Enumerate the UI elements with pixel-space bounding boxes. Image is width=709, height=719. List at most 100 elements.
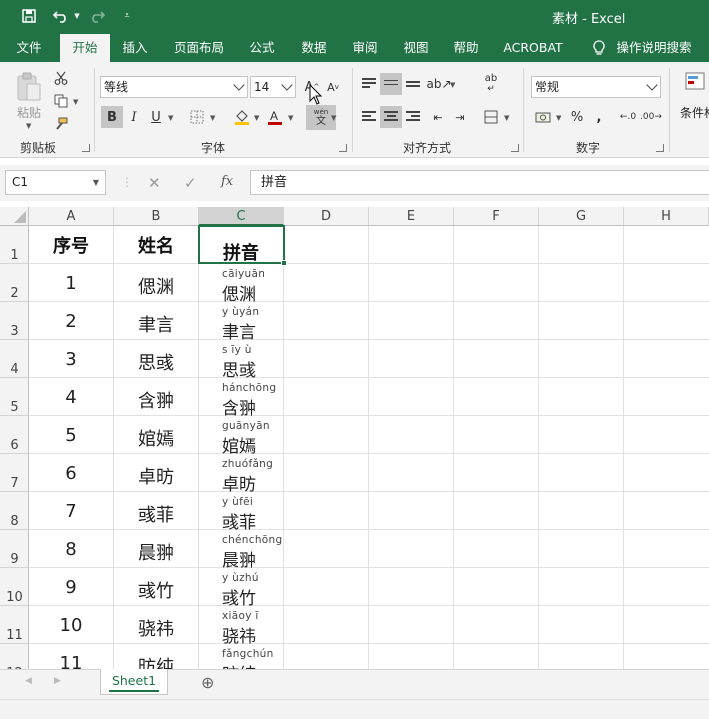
scroll-right-icon[interactable]: ▶ — [54, 676, 61, 686]
decrease-font-size-button[interactable]: Av — [322, 76, 344, 98]
select-all-button[interactable] — [0, 207, 29, 226]
undo-icon[interactable] — [50, 6, 72, 26]
add-sheet-icon[interactable]: ⊕ — [201, 673, 214, 692]
row-header[interactable]: 2 — [0, 264, 29, 302]
top-align-icon[interactable] — [358, 73, 380, 95]
font-size-select[interactable]: 14 — [250, 76, 296, 98]
cell-pinyin[interactable]: 含翀 — [222, 394, 256, 419]
fill-color-icon[interactable] — [231, 106, 253, 128]
clipboard-launcher-icon[interactable] — [82, 144, 90, 152]
paste-dropdown-icon[interactable]: ▼ — [26, 122, 31, 130]
cell-name[interactable]: 婠嫣 — [114, 425, 198, 451]
column-header[interactable]: C — [199, 207, 284, 226]
cell-number[interactable]: 11 — [29, 653, 113, 669]
decrease-indent-icon[interactable]: ⇤ — [427, 106, 449, 128]
column-header[interactable]: G — [539, 207, 624, 226]
insert-function-icon[interactable]: fx — [221, 174, 233, 189]
row-header[interactable]: 5 — [0, 378, 29, 416]
fill-handle[interactable] — [281, 260, 287, 266]
column-header[interactable]: D — [284, 207, 369, 226]
copy-icon[interactable] — [50, 90, 72, 112]
row-header[interactable]: 11 — [0, 606, 29, 644]
align-center-icon[interactable] — [380, 106, 402, 128]
cut-icon[interactable] — [50, 67, 72, 89]
cell-number[interactable]: 10 — [29, 615, 113, 636]
format-painter-icon[interactable] — [50, 113, 72, 135]
accounting-dropdown-icon[interactable]: ▼ — [556, 114, 561, 122]
cell-pinyin[interactable]: 晨翀 — [222, 546, 256, 571]
cell-number[interactable]: 9 — [29, 577, 113, 598]
merge-center-icon[interactable] — [480, 106, 502, 128]
copy-dropdown-icon[interactable]: ▼ — [73, 98, 78, 106]
accounting-format-icon[interactable] — [532, 106, 554, 128]
cell-name[interactable]: 彧竹 — [114, 577, 198, 603]
number-format-select[interactable]: 常规 — [531, 76, 661, 98]
cell-name[interactable]: 偲渊 — [114, 273, 198, 299]
tell-me-search[interactable]: 操作说明搜索 — [612, 34, 696, 62]
cell-name[interactable]: 卓昉 — [114, 463, 198, 489]
increase-indent-icon[interactable]: ⇥ — [449, 106, 471, 128]
cell-name[interactable]: 晨翀 — [114, 539, 198, 565]
underline-dropdown-icon[interactable]: ▼ — [168, 114, 173, 122]
tab-view[interactable]: 视图 — [394, 34, 438, 62]
percent-style-button[interactable]: % — [566, 106, 588, 128]
borders-icon[interactable] — [186, 106, 208, 128]
cell-number[interactable]: 8 — [29, 539, 113, 560]
column-header[interactable]: E — [369, 207, 454, 226]
scroll-left-icon[interactable]: ◀ — [25, 676, 32, 686]
cell-pinyin[interactable]: 偲渊 — [222, 280, 256, 305]
redo-icon[interactable] — [86, 6, 108, 26]
alignment-launcher-icon[interactable] — [511, 144, 519, 152]
header-cell-name[interactable]: 姓名 — [114, 232, 198, 258]
formula-input[interactable]: 拼音 — [250, 170, 709, 195]
paste-label[interactable]: 粘贴 — [17, 104, 41, 121]
cell-pinyin[interactable]: 卓昉 — [222, 470, 256, 495]
sheet-tab[interactable]: Sheet1 — [100, 669, 168, 695]
cancel-icon[interactable]: ✕ — [148, 174, 161, 192]
font-name-select[interactable]: 等线 — [100, 76, 248, 98]
customize-toolbar-icon[interactable]: ⩡ — [120, 6, 134, 26]
underline-button[interactable]: U — [145, 106, 167, 128]
cell-number[interactable]: 5 — [29, 425, 113, 446]
conditional-formatting-icon[interactable] — [684, 70, 706, 92]
row-header[interactable]: 7 — [0, 454, 29, 492]
cell-name[interactable]: 思彧 — [114, 349, 198, 375]
column-header[interactable]: A — [29, 207, 114, 226]
fill-color-dropdown-icon[interactable]: ▼ — [254, 114, 259, 122]
column-header[interactable]: F — [454, 207, 539, 226]
paste-icon[interactable] — [15, 72, 43, 102]
cell-number[interactable]: 7 — [29, 501, 113, 522]
cell-name[interactable]: 彧菲 — [114, 501, 198, 527]
tab-insert[interactable]: 插入 — [114, 34, 156, 62]
tab-page-layout[interactable]: 页面布局 — [166, 34, 232, 62]
cell-number[interactable]: 4 — [29, 387, 113, 408]
cell-pinyin[interactable]: 彧竹 — [222, 584, 256, 609]
cell-name[interactable]: 聿言 — [114, 311, 198, 337]
middle-align-icon[interactable] — [380, 73, 402, 95]
align-left-icon[interactable] — [358, 106, 380, 128]
comma-style-button[interactable]: , — [588, 106, 610, 128]
tab-file[interactable]: 文件 — [8, 34, 50, 62]
cell-pinyin[interactable]: 昉纯 — [222, 660, 256, 669]
cell-name[interactable]: 昉纯 — [114, 653, 198, 669]
bottom-align-icon[interactable] — [402, 73, 424, 95]
column-header[interactable]: H — [624, 207, 709, 226]
orientation-icon[interactable]: ab↗ — [426, 73, 451, 95]
cell-pinyin[interactable]: 彧菲 — [222, 508, 256, 533]
merge-dropdown-icon[interactable]: ▼ — [504, 114, 509, 122]
column-header[interactable]: B — [114, 207, 199, 226]
header-cell-number[interactable]: 序号 — [29, 232, 113, 258]
font-launcher-icon[interactable] — [339, 144, 347, 152]
italic-button[interactable]: I — [123, 106, 145, 128]
cell-number[interactable]: 1 — [29, 273, 113, 294]
orientation-dropdown-icon[interactable]: ▼ — [450, 81, 455, 89]
decrease-decimal-icon[interactable]: .00→ — [640, 106, 662, 128]
cell-name[interactable]: 骁祎 — [114, 615, 198, 641]
align-right-icon[interactable] — [402, 106, 424, 128]
cell-pinyin[interactable]: 聿言 — [222, 318, 256, 343]
row-header[interactable]: 10 — [0, 568, 29, 606]
row-header[interactable]: 6 — [0, 416, 29, 454]
worksheet-grid[interactable]: A B C D E F G H 1 2 1 偲渊 cāiyuān 偲渊 3 2 聿言 y ùyán… — [0, 207, 709, 669]
tab-formulas[interactable]: 公式 — [240, 34, 284, 62]
undo-dropdown-icon[interactable]: ▼ — [72, 6, 82, 26]
